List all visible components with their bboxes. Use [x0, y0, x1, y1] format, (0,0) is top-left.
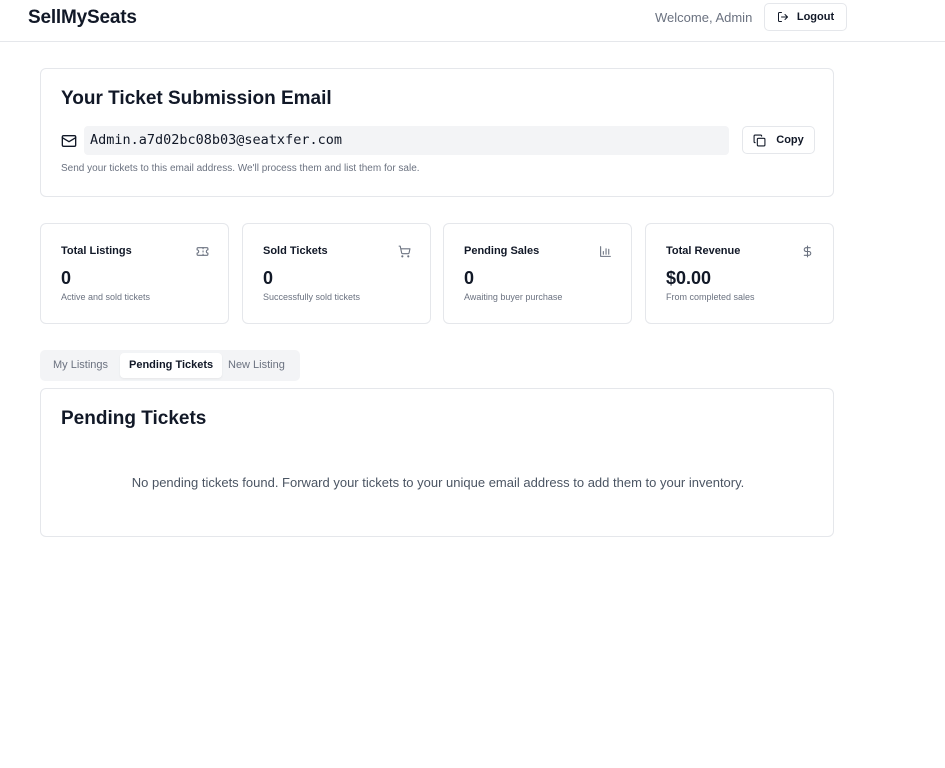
stat-subtitle: From completed sales [666, 292, 755, 302]
stat-title: Pending Sales [464, 245, 540, 257]
stat-title: Sold Tickets [263, 245, 328, 257]
welcome-text: Welcome, Admin [655, 10, 753, 25]
stat-card-sold-tickets: Sold Tickets 0 Successfully sold tickets [242, 223, 431, 324]
ticket-icon [196, 247, 209, 256]
top-bar: SellMySeats Welcome, Admin Logout [0, 0, 945, 42]
stat-value: 0 [263, 268, 274, 288]
email-card-title: Your Ticket Submission Email [61, 88, 332, 109]
tab-pending-tickets[interactable]: Pending Tickets [120, 353, 223, 378]
logout-button[interactable]: Logout [764, 3, 847, 31]
submission-email-card: Your Ticket Submission Email Admin.a7d02… [40, 68, 834, 197]
cart-icon [398, 245, 411, 258]
stat-subtitle: Successfully sold tickets [263, 292, 361, 302]
stat-value: 0 [464, 268, 475, 288]
mail-icon [61, 135, 77, 147]
empty-state-message: No pending tickets found. Forward your t… [131, 475, 745, 490]
stat-subtitle: Awaiting buyer purchase [464, 292, 563, 302]
email-help-text: Send your tickets to this email address.… [61, 163, 420, 174]
stat-title: Total Revenue [666, 245, 741, 257]
dollar-icon [803, 245, 812, 258]
stat-value: 0 [61, 268, 72, 288]
stat-title: Total Listings [61, 245, 132, 257]
copy-icon [753, 134, 766, 146]
submission-email-address[interactable]: Admin.a7d02bc08b03@seatxfer.com [84, 126, 729, 155]
pending-tickets-title: Pending Tickets [61, 408, 207, 429]
logout-icon [777, 12, 788, 22]
stat-card-total-listings: Total Listings 0 Active and sold tickets [40, 223, 229, 324]
tab-my-listings[interactable]: My Listings [44, 353, 117, 378]
copy-label: Copy [776, 134, 804, 146]
stat-card-pending-sales: Pending Sales 0 Awaiting buyer purchase [443, 223, 632, 324]
copy-button[interactable]: Copy [742, 126, 815, 154]
stat-subtitle: Active and sold tickets [61, 292, 151, 302]
stat-value: $0.00 [666, 268, 712, 288]
listing-tabs: My Listings Pending Tickets New Listing [40, 350, 300, 381]
stat-card-total-revenue: Total Revenue $0.00 From completed sales [645, 223, 834, 324]
tab-new-listing[interactable]: New Listing [219, 353, 294, 378]
app-logo[interactable]: SellMySeats [28, 7, 137, 29]
pending-tickets-panel: Pending Tickets No pending tickets found… [40, 388, 834, 537]
bar-chart-icon [600, 246, 611, 257]
logout-label: Logout [796, 11, 835, 23]
